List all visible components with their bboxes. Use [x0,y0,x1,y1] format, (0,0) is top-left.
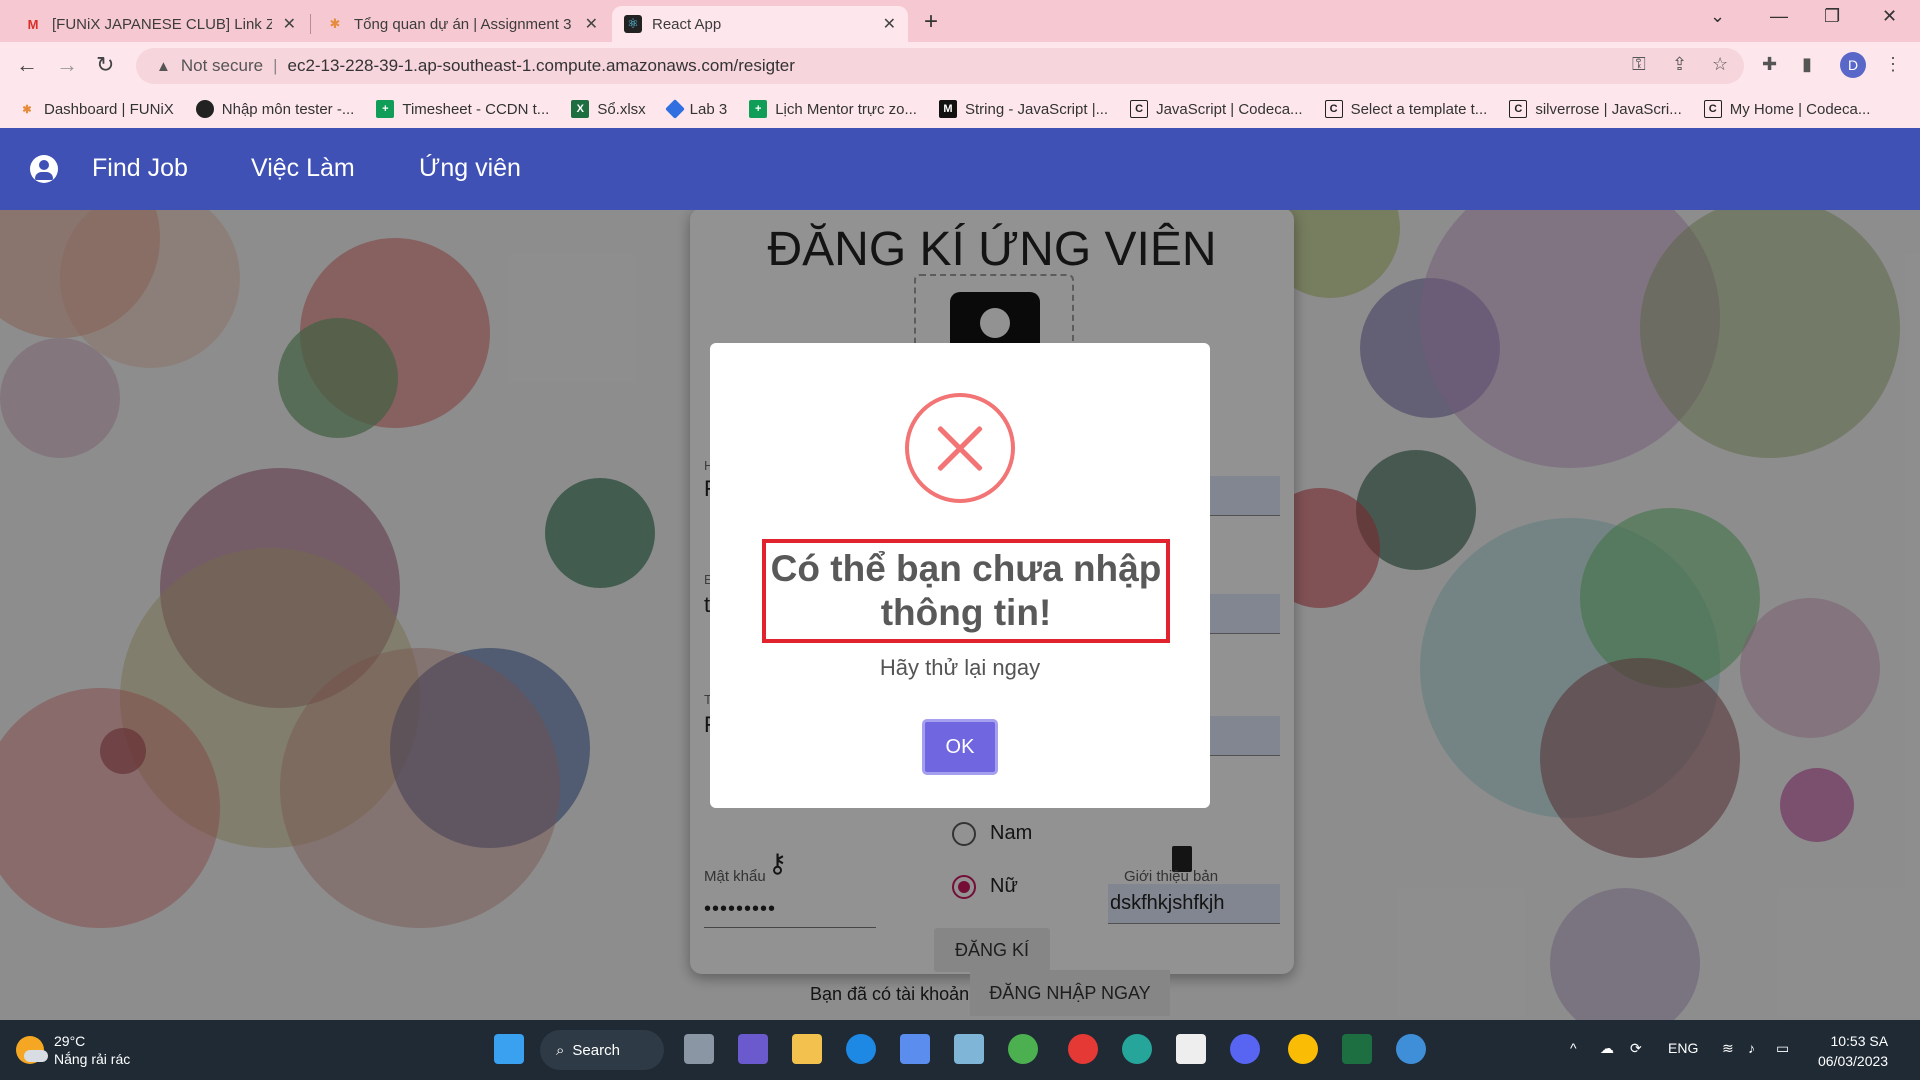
address-toolbar: ← → ↻ ▲ Not secure | ec2-13-228-39-1.ap-… [0,42,1920,90]
weather-desc: Nắng rải rác [54,1051,131,1067]
xbox-icon[interactable] [1008,1034,1038,1064]
minimize-button[interactable]: — [1770,6,1788,27]
clock-time: 10:53 SA [1830,1033,1889,1049]
task-view-icon[interactable] [684,1034,714,1064]
profile-avatar[interactable]: D [1840,52,1866,78]
close-tab-icon[interactable]: ✕ [883,14,896,34]
bookmark-item[interactable]: C JavaScript | Codeca... [1130,100,1303,118]
bookmark-star-icon[interactable]: ☆ [1712,54,1728,75]
mdn-icon: M [938,100,957,118]
account-circle-icon[interactable] [30,155,58,183]
funix-icon: ✱ [329,16,341,31]
ok-button[interactable]: OK [922,719,998,775]
reload-icon[interactable]: ↻ [96,52,114,78]
bookmark-item[interactable]: Lab 3 [664,99,727,119]
browser-tab-bar: M [FUNiX JAPANESE CLUB] Link Zoo ✕ ✱ Tổn… [0,0,1920,42]
tab-search-icon[interactable]: ⌄ [1710,6,1725,27]
wifi-icon[interactable]: ≋ [1722,1040,1734,1057]
bookmark-item[interactable]: C Select a template t... [1324,100,1487,118]
app-icon[interactable] [1122,1034,1152,1064]
error-modal: Có thể bạn chưa nhập thông tin! Hãy thử … [710,343,1210,808]
windows-taskbar: 29°C Nắng rải rác ⌕ Search ^ ☁ ⟳ ENG ≋ ♪… [0,1020,1920,1080]
app-navbar: Find Job Việc Làm Ứng viên [0,128,1920,210]
nav-brand-find-job[interactable]: Find Job [92,154,188,183]
close-tab-icon[interactable]: ✕ [585,14,598,34]
sheets-icon: + [749,100,768,118]
globe-icon [195,100,214,118]
menu-icon[interactable]: ⋮ [1884,54,1902,75]
edge-icon[interactable] [846,1034,876,1064]
file-explorer-icon[interactable] [792,1034,822,1064]
page-viewport: Find Job Việc Làm Ứng viên ĐĂNG KÍ ỨNG V… [0,128,1920,1020]
diamond-icon [664,99,685,119]
weather-sun-icon [16,1036,48,1064]
close-tab-icon[interactable]: ✕ [283,14,296,34]
extensions-icon[interactable]: ✚ [1762,54,1777,75]
taskbar-search[interactable]: ⌕ Search [540,1030,664,1070]
close-window-button[interactable]: ✕ [1882,6,1897,27]
codecademy-icon: C [1703,100,1722,118]
bookmark-item[interactable]: + Timesheet - CCDN t... [376,100,549,118]
chrome-icon[interactable] [1288,1034,1318,1064]
language-indicator[interactable]: ENG [1668,1040,1698,1056]
bookmark-item[interactable]: C My Home | Codeca... [1703,100,1870,118]
bookmark-item[interactable]: + Lịch Mentor trực zo... [749,100,917,118]
tab-assignment[interactable]: ✱ Tổng quan dự án | Assignment 3 ✕ [314,6,610,42]
sheets-icon: + [376,100,395,118]
discord-icon[interactable] [1230,1034,1260,1064]
react-icon: ⚛ [624,15,642,33]
chevron-up-icon[interactable]: ^ [1570,1040,1577,1056]
funix-icon: ✱ [22,103,32,116]
windows-start-icon[interactable] [494,1034,524,1064]
gmail-icon: M [27,16,39,32]
tab-separator [310,14,311,34]
sync-icon[interactable]: ⟳ [1630,1040,1642,1057]
excel-icon: X [571,100,590,118]
search-icon: ⌕ [556,1041,565,1059]
teams-icon[interactable] [738,1034,768,1064]
bookmark-item[interactable]: Nhập môn tester -... [195,100,354,118]
bookmark-item[interactable]: M String - JavaScript |... [938,100,1108,118]
app-icon[interactable] [1396,1034,1426,1064]
clock[interactable]: 10:53 SA 06/03/2023 [1818,1032,1888,1071]
nav-link-ung-vien[interactable]: Ứng viên [419,154,521,183]
battery-icon[interactable]: ▭ [1776,1040,1789,1057]
new-tab-button[interactable]: + [924,8,938,36]
bookmark-item[interactable]: X Sổ.xlsx [571,100,646,118]
weather-widget[interactable]: 29°C Nắng rải rác [16,1026,196,1074]
forward-icon[interactable]: → [56,52,78,78]
back-icon[interactable]: ← [16,52,38,78]
clock-date: 06/03/2023 [1818,1052,1889,1069]
tab-react-app[interactable]: ⚛ React App ✕ [612,6,908,42]
weather-temp: 29°C [54,1032,86,1049]
restore-button[interactable]: ❐ [1824,6,1840,27]
tab-gmail[interactable]: M [FUNiX JAPANESE CLUB] Link Zoo ✕ [12,6,308,42]
store-icon[interactable] [900,1034,930,1064]
modal-title: Có thể bạn chưa nhập thông tin! [762,539,1170,643]
codecademy-icon: C [1324,100,1343,118]
chrome-icon[interactable] [1068,1034,1098,1064]
onedrive-icon[interactable]: ☁ [1600,1040,1614,1057]
share-icon[interactable]: ⇪ [1672,54,1687,75]
side-panel-icon[interactable]: ▮ [1802,54,1812,75]
app-icon[interactable] [954,1034,984,1064]
bookmarks-bar: ✱ Dashboard | FUNiX Nhập môn tester -... … [0,90,1920,128]
codecademy-icon: C [1130,100,1149,118]
nav-link-viec-lam[interactable]: Việc Làm [251,154,355,183]
codecademy-icon: C [1509,100,1528,118]
address-bar[interactable]: ▲ Not secure | ec2-13-228-39-1.ap-southe… [136,48,1744,84]
modal-message: Hãy thử lại ngay [879,655,1041,680]
excel-icon[interactable] [1342,1034,1372,1064]
volume-icon[interactable]: ♪ [1748,1040,1755,1056]
snipping-tool-icon[interactable] [1176,1034,1206,1064]
bookmark-item[interactable]: ✱ Dashboard | FUNiX [18,100,173,118]
bookmark-item[interactable]: Csilverrose | JavaScri... [1509,100,1682,118]
password-key-icon[interactable]: ⚿ [1632,54,1646,75]
error-x-icon [905,393,1015,503]
warning-icon: ▲ [156,57,171,75]
